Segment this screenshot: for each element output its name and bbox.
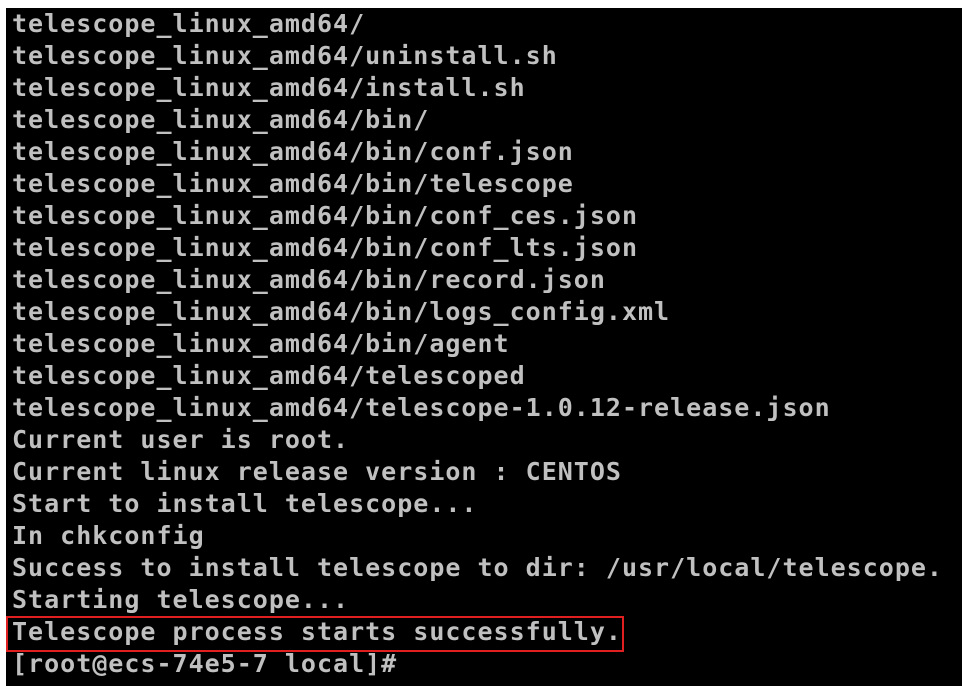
output-line: telescope_linux_amd64/bin/conf_ces.json — [12, 201, 638, 230]
output-line: telescope_linux_amd64/bin/ — [12, 105, 430, 134]
output-line: Start to install telescope... — [12, 489, 478, 518]
output-line: Current linux release version : CENTOS — [12, 457, 622, 486]
output-line: Starting telescope... — [12, 585, 350, 614]
output-line: In chkconfig — [12, 521, 205, 550]
output-line: telescope_linux_amd64/bin/conf.json — [12, 137, 574, 166]
output-line: telescope_linux_amd64/bin/telescope — [12, 169, 574, 198]
output-line: Success to install telescope to dir: /us… — [12, 553, 943, 582]
output-line: telescope_linux_amd64/uninstall.sh — [12, 41, 558, 70]
output-line: telescope_linux_amd64/bin/agent — [12, 329, 510, 358]
output-line: Current user is root. — [12, 425, 350, 454]
output-line: telescope_linux_amd64/bin/record.json — [12, 265, 606, 294]
output-line: telescope_linux_amd64/telescoped — [12, 361, 526, 390]
output-line: telescope_linux_amd64/install.sh — [12, 73, 526, 102]
output-line: telescope_linux_amd64/bin/logs_config.xm… — [12, 297, 671, 326]
output-line: telescope_linux_amd64/bin/conf_lts.json — [12, 233, 638, 262]
output-line: telescope_linux_amd64/ — [12, 9, 366, 38]
terminal-window[interactable]: telescope_linux_amd64/ telescope_linux_a… — [6, 8, 962, 686]
output-line: telescope_linux_amd64/telescope-1.0.12-r… — [12, 393, 831, 422]
highlight-box — [6, 616, 624, 652]
shell-prompt[interactable]: [root@ecs-74e5-7 local]# — [12, 648, 397, 680]
